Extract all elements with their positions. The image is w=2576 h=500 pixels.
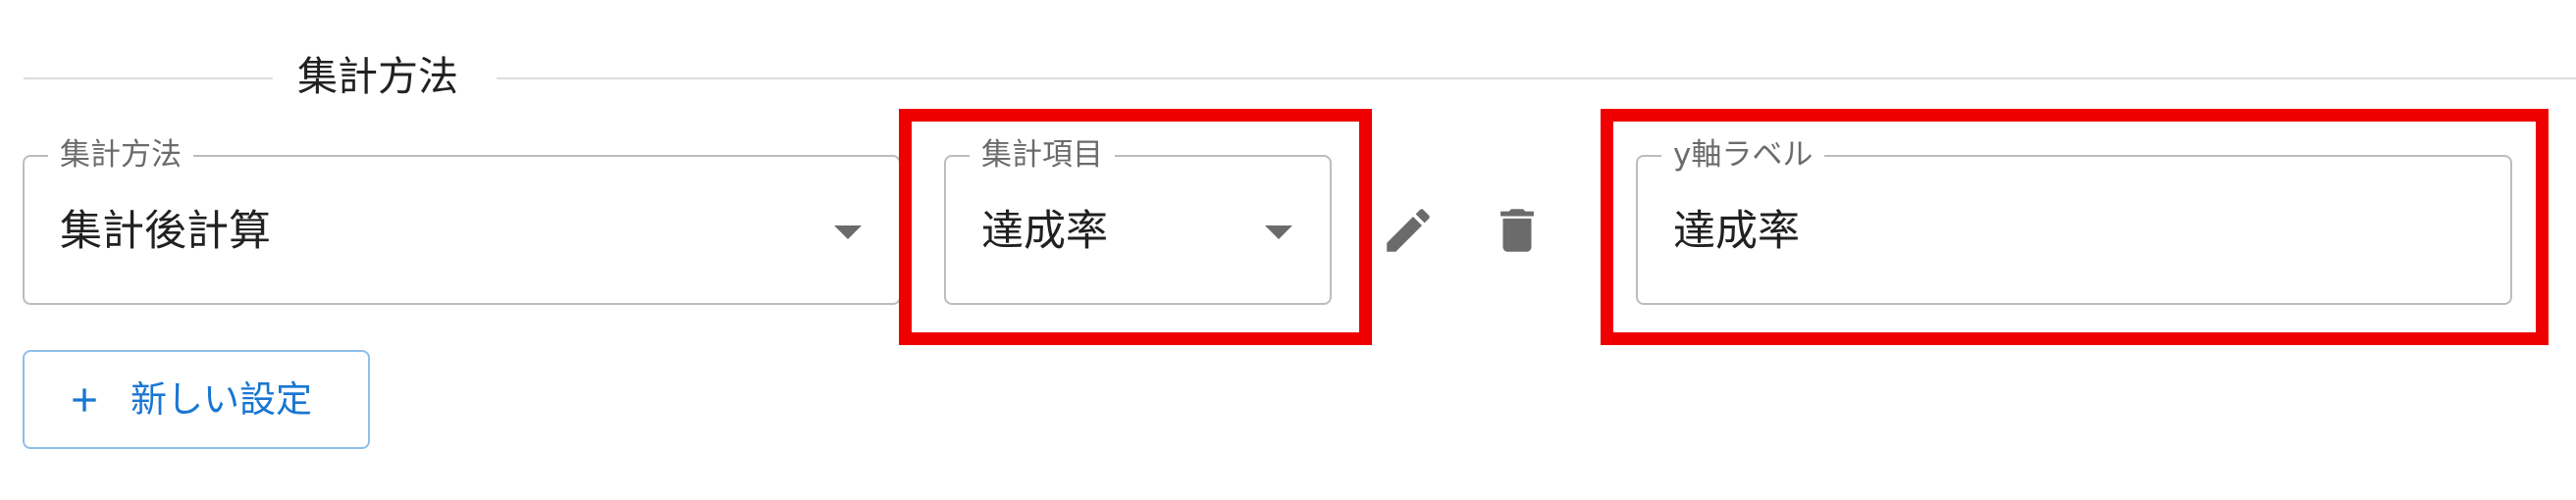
aggregation-method-value: 集計後計算 xyxy=(60,207,271,256)
section-title: 集計方法 xyxy=(297,53,458,100)
section-divider-right xyxy=(497,77,2576,79)
plus-icon xyxy=(64,379,105,421)
edit-button[interactable] xyxy=(1374,196,1443,265)
add-new-setting-label: 新しい設定 xyxy=(131,377,312,421)
aggregation-settings-panel: 集計方法 集計方法 集計後計算 集計項目 達成率 y軸ラベル 達成率 新しい設定 xyxy=(0,0,2576,500)
highlight-box-aggregation-item xyxy=(899,109,1372,345)
highlight-box-y-axis-label xyxy=(1601,109,2549,345)
section-divider-left xyxy=(24,77,273,79)
trash-icon xyxy=(1500,209,1534,252)
add-new-setting-button[interactable]: 新しい設定 xyxy=(23,350,370,449)
delete-button[interactable] xyxy=(1483,196,1551,265)
dropdown-arrow-icon[interactable] xyxy=(834,225,862,239)
aggregation-method-select[interactable]: 集計方法 集計後計算 xyxy=(23,135,901,305)
pencil-icon xyxy=(1387,209,1430,252)
aggregation-method-label: 集計方法 xyxy=(48,135,193,175)
